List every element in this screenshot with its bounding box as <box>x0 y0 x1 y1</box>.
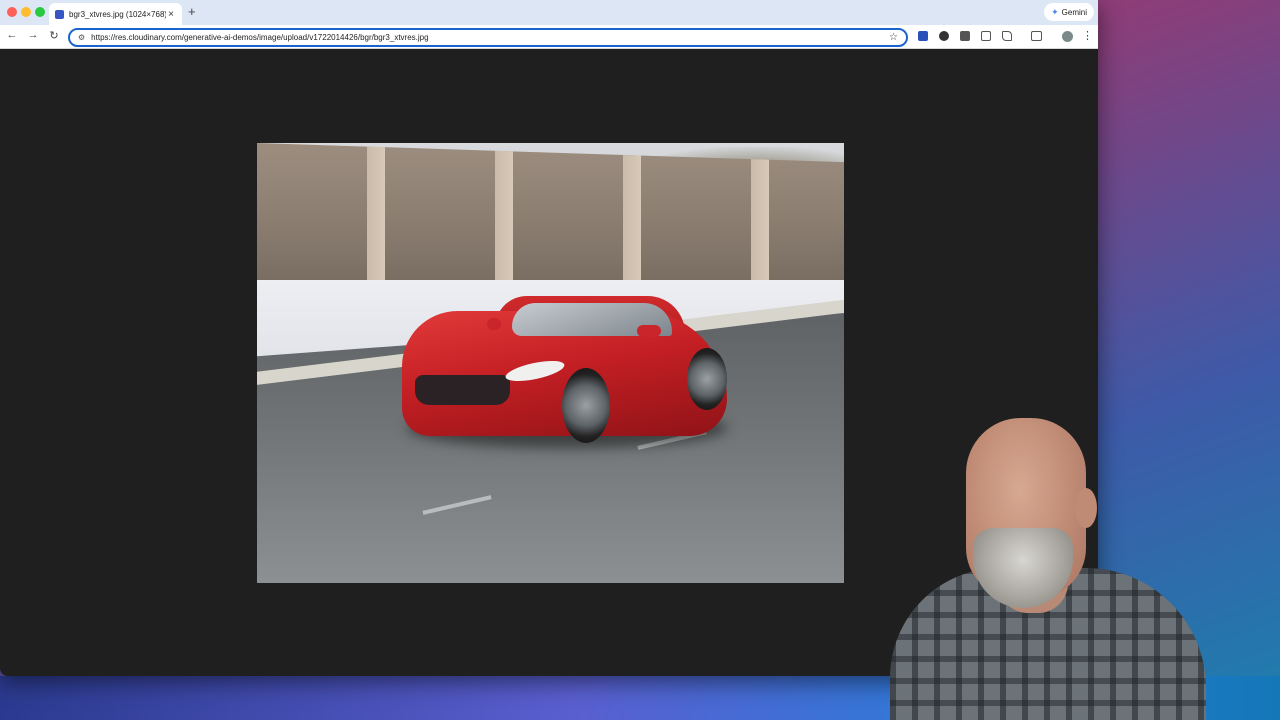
car-mirror-right <box>637 325 661 337</box>
extension-2-icon[interactable] <box>939 31 949 41</box>
displayed-image <box>257 143 844 583</box>
car-mirror-left <box>487 318 501 330</box>
bookmark-star-icon[interactable]: ☆ <box>889 32 898 43</box>
new-tab-button[interactable]: + <box>188 4 196 19</box>
gemini-label: Gemini <box>1061 7 1087 17</box>
forward-arrow-icon[interactable]: → <box>26 29 40 41</box>
image-favicon-icon <box>55 9 64 19</box>
presenter-ear <box>1075 488 1097 528</box>
tab-strip: bgr3_xtvres.jpg (1024×768) × + ✦ Gemini <box>0 0 1098 25</box>
puzzle-extensions-icon[interactable] <box>1002 31 1012 41</box>
screenshot-icon[interactable] <box>981 31 991 41</box>
url-text[interactable]: https://res.cloudinary.com/generative-ai… <box>91 33 889 42</box>
tab-close-icon[interactable]: × <box>166 9 176 20</box>
kebab-menu-icon[interactable]: ⋮ <box>1082 29 1093 42</box>
address-bar[interactable]: ⚙ https://res.cloudinary.com/generative-… <box>68 28 908 47</box>
browser-toolbar: ← → ↻ ⚙ https://res.cloudinary.com/gener… <box>0 25 1098 49</box>
maximize-window-button[interactable] <box>35 7 45 17</box>
image-sound-wall <box>257 143 844 280</box>
car-rear-wheel <box>687 348 727 410</box>
gemini-sparkle-icon: ✦ <box>1051 6 1059 17</box>
car-grille <box>415 375 510 405</box>
presenter-webcam <box>880 418 1210 720</box>
extension-1-icon[interactable] <box>918 31 928 41</box>
minimize-window-button[interactable] <box>21 7 31 17</box>
tab-title: bgr3_xtvres.jpg (1024×768) <box>69 9 166 19</box>
site-info-icon[interactable]: ⚙ <box>78 33 85 42</box>
side-panel-icon[interactable] <box>1031 31 1042 41</box>
profile-avatar[interactable] <box>1062 31 1073 42</box>
car-front-wheel <box>562 368 610 443</box>
tab-active[interactable]: bgr3_xtvres.jpg (1024×768) × <box>49 3 182 25</box>
reload-icon[interactable]: ↻ <box>47 29 61 42</box>
back-arrow-icon[interactable]: ← <box>5 29 19 41</box>
extension-3-icon[interactable] <box>960 31 970 41</box>
gemini-button[interactable]: ✦ Gemini <box>1044 3 1094 21</box>
close-window-button[interactable] <box>7 7 17 17</box>
